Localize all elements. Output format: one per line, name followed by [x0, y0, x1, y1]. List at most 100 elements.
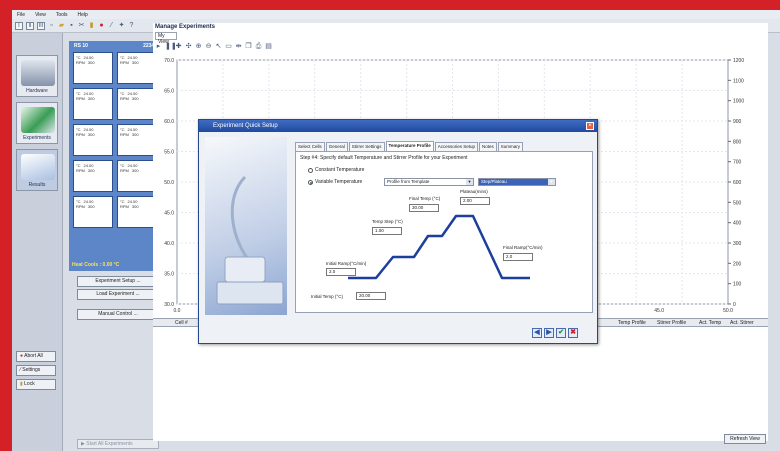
profile-source-select[interactable]: Profile from Template ▼ [384, 178, 474, 186]
y-right-tick-label: 200 [733, 261, 742, 267]
sidebar: Hardware Experiments Results ● Abort All… [12, 33, 63, 451]
reactor-cell[interactable]: °C 24.00 RPM 300 [117, 88, 157, 120]
view-ii-button[interactable]: II [26, 21, 34, 30]
menu-file[interactable]: File [17, 12, 25, 18]
x-icon: ✖ [570, 329, 576, 336]
tab-my-view[interactable]: My View [155, 32, 177, 45]
start-all-experiments-button[interactable]: ▶ Start All Experiments [77, 439, 159, 449]
nav-experiments[interactable]: Experiments [16, 102, 58, 144]
nav-hardware-label: Hardware [26, 88, 48, 94]
view-i-button[interactable]: I [15, 21, 23, 30]
pause-icon[interactable]: ❚❚ [165, 43, 177, 50]
tab-temperature-profile[interactable]: Temperature Profile [385, 141, 434, 151]
arrow-right-icon: ▶ [546, 329, 552, 336]
plateau-label: Plateau(mins) [460, 189, 488, 194]
next-button[interactable]: ▶ [544, 328, 554, 338]
reactor-cell[interactable]: °C 24.00 RPM 300 [117, 52, 157, 84]
menu-tools[interactable]: Tools [56, 12, 68, 18]
zoom-in-icon[interactable]: ⊕ [195, 43, 202, 50]
fit-icon[interactable]: ⇹ [235, 43, 242, 50]
view-iii-button[interactable]: III [37, 21, 45, 30]
save-icon[interactable]: ▪ [68, 22, 75, 29]
profile-template-select[interactable]: Step/Plateau ▼ [478, 178, 556, 186]
zoom-out-icon[interactable]: ⊖ [205, 43, 212, 50]
arrow-left-icon: ◀ [534, 329, 540, 336]
start-all-label: Start All Experiments [86, 441, 133, 447]
final-temp-input[interactable]: 30.00 [409, 204, 439, 212]
wand-icon[interactable]: ⁄ [108, 22, 115, 29]
x-tick-label: 45.0 [654, 308, 664, 314]
profile-template-value: Step/Plateau [481, 179, 507, 184]
col-act-temp[interactable]: Act. Temp [699, 320, 721, 326]
reactor-cell[interactable]: °C 24.00 RPM 300 [73, 160, 113, 192]
new-icon[interactable]: ▫ [48, 22, 55, 29]
lock-icon[interactable]: ▮ [88, 22, 95, 29]
settings-icon[interactable]: ✦ [118, 22, 125, 29]
final-ramp-input[interactable]: 2.0 [503, 253, 533, 261]
y-left-tick-label: 55.0 [164, 150, 174, 156]
y-left-tick-label: 40.0 [164, 241, 174, 247]
cell-rpm: 300 [131, 132, 139, 137]
reactor-cell[interactable]: °C 24.00 RPM 300 [73, 88, 113, 120]
menu-view[interactable]: View [35, 12, 46, 18]
copy-icon[interactable]: ❐ [245, 43, 252, 50]
y-left-tick-label: 35.0 [164, 272, 174, 278]
y-right-tick-label: 800 [733, 139, 742, 145]
play-icon[interactable]: ▸ [155, 43, 162, 50]
col-cell[interactable]: Cell # [175, 320, 188, 326]
reactor-cell[interactable]: °C 24.00 RPM 300 [117, 196, 157, 228]
initial-ramp-input[interactable]: 2.0 [326, 268, 356, 276]
tab-summary[interactable]: Summary [497, 142, 524, 151]
experiment-quick-setup-dialog: Experiment Quick Setup × Select Cells Gen… [198, 119, 598, 344]
col-temp-profile[interactable]: Temp Profile [618, 320, 646, 326]
settings-button[interactable]: ⁄ Settings [16, 365, 56, 376]
ok-button[interactable]: ✔ [556, 328, 566, 338]
dialog-buttons: ◀ ▶ ✔ ✖ [532, 328, 578, 338]
nav-hardware[interactable]: Hardware [16, 55, 58, 97]
refresh-view-button[interactable]: Refresh View [724, 434, 766, 444]
temp-step-input[interactable]: 1.00 [372, 227, 402, 235]
variable-temperature-radio[interactable]: Variable Temperature [308, 179, 362, 185]
menu-help[interactable]: Help [78, 12, 88, 18]
preview-icon[interactable]: ▤ [265, 43, 272, 50]
reactor-cell[interactable]: °C 24.00 RPM 300 [73, 52, 113, 84]
open-folder-icon[interactable]: ▰ [58, 22, 65, 29]
manual-control-button[interactable]: Manual Control ... [77, 309, 159, 320]
move-icon[interactable]: ✣ [185, 43, 192, 50]
col-stirrer-profile[interactable]: Stirrer Profile [657, 320, 686, 326]
reactor-cell[interactable]: °C 24.00 RPM 300 [73, 124, 113, 156]
constant-temperature-radio[interactable]: Constant Temperature [308, 167, 364, 173]
close-icon[interactable]: × [586, 122, 594, 130]
cut-icon[interactable]: ✂ [78, 22, 85, 29]
tab-general[interactable]: General [325, 142, 348, 151]
pointer-icon[interactable]: ↖ [215, 43, 222, 50]
reactor-cell[interactable]: °C 24.00 RPM 300 [117, 124, 157, 156]
crosshair-icon[interactable]: ✚ [175, 43, 182, 50]
tab-notes[interactable]: Notes [479, 142, 497, 151]
abort-all-label: Abort All [24, 353, 43, 359]
col-act-stirrer[interactable]: Act. Stirrer [730, 320, 754, 326]
constant-temperature-label: Constant Temperature [315, 167, 365, 173]
lock-button[interactable]: ▮ Lock [16, 379, 56, 390]
nav-results[interactable]: Results [16, 149, 58, 191]
record-icon[interactable]: ● [98, 22, 105, 29]
load-experiment-button[interactable]: Load Experiment ... [77, 289, 159, 300]
help-icon[interactable]: ? [128, 22, 135, 29]
tab-stirrer-settings[interactable]: Stirrer Settings [348, 142, 385, 151]
experiment-setup-button[interactable]: Experiment Setup ... [77, 276, 159, 287]
tab-select-cells[interactable]: Select Cells [295, 142, 325, 151]
cell-rpm: 300 [131, 60, 139, 65]
reactor-cell[interactable]: °C 24.00 RPM 300 [117, 160, 157, 192]
rpm-label: RPM [76, 132, 85, 137]
radio-circle [308, 167, 313, 173]
initial-temp-input[interactable]: 20.00 [356, 292, 386, 300]
print-icon[interactable]: ⎙ [255, 43, 262, 50]
reactor-cell[interactable]: °C 24.00 RPM 300 [73, 196, 113, 228]
cancel-button[interactable]: ✖ [568, 328, 578, 338]
abort-all-button[interactable]: ● Abort All [16, 351, 56, 362]
cell-rpm: 300 [131, 168, 139, 173]
plateau-input[interactable]: 2.00 [460, 197, 490, 205]
back-button[interactable]: ◀ [532, 328, 542, 338]
tab-accessories-setup[interactable]: Accessories Setup [434, 142, 479, 151]
select-box-icon[interactable]: ▭ [225, 43, 232, 50]
